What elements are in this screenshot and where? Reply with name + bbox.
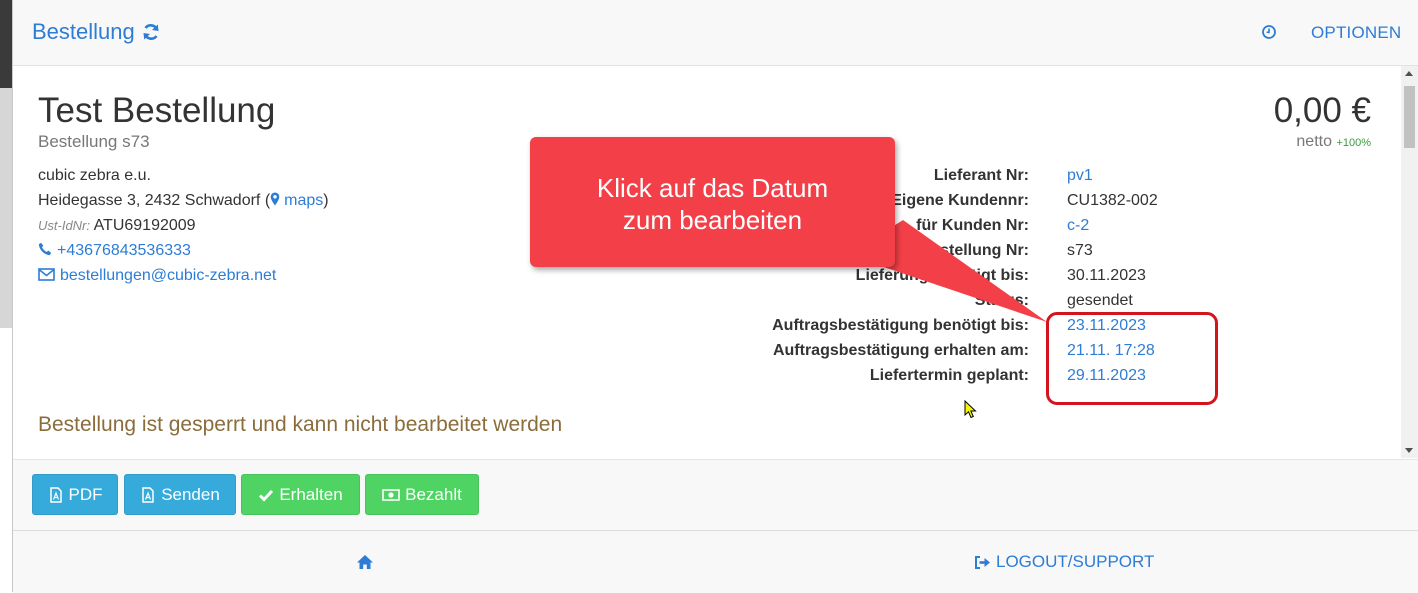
clock-icon[interactable] bbox=[1261, 24, 1277, 40]
scroll-up-arrow-icon[interactable] bbox=[1405, 71, 1413, 76]
confirmation-received-label: Auftragsbestätigung erhalten am: bbox=[772, 342, 1029, 359]
paid-button-label: Bezahlt bbox=[405, 484, 462, 504]
received-button-label: Erhalten bbox=[279, 484, 343, 504]
order-total: 0,00 € bbox=[1273, 91, 1371, 130]
vat-id-value: ATU69192009 bbox=[93, 217, 196, 234]
money-icon bbox=[382, 488, 400, 501]
action-button-bar: PDF Senden Erhalten Bezahlt bbox=[13, 459, 1418, 530]
scroll-thumb[interactable] bbox=[1404, 86, 1415, 148]
check-icon bbox=[259, 489, 274, 502]
supplier-address-text: Heidegasse 3, 2432 Schwadorf ( bbox=[38, 192, 271, 209]
delivery-required-label: Lieferung benötigt bis: bbox=[855, 267, 1029, 284]
phone-link[interactable]: +43676843536333 bbox=[38, 242, 191, 259]
pdf-button[interactable]: PDF bbox=[32, 474, 118, 515]
background-window-strip bbox=[0, 0, 12, 88]
date-highlight-box bbox=[1046, 312, 1218, 405]
confirmation-required-label: Auftragsbestätigung benötigt bis: bbox=[772, 317, 1029, 334]
status-value: gesendet bbox=[1067, 292, 1133, 309]
callout-line-1: Klick auf das Datum bbox=[596, 173, 829, 203]
pdf-file-icon bbox=[49, 486, 62, 503]
status-label: Status: bbox=[974, 292, 1029, 309]
send-button[interactable]: Senden bbox=[124, 474, 236, 515]
window-left-edge bbox=[0, 0, 13, 592]
phone-number: +43676843536333 bbox=[57, 242, 191, 259]
logout-support-link[interactable]: LOGOUT/SUPPORT bbox=[974, 552, 1154, 572]
email-row: bestellungen@cubic-zebra.net bbox=[38, 267, 276, 285]
logout-support-label: LOGOUT/SUPPORT bbox=[996, 552, 1155, 571]
send-button-label: Senden bbox=[161, 484, 220, 504]
callout-text: Klick auf das Datum zum bearbeiten bbox=[530, 172, 895, 236]
refresh-icon[interactable] bbox=[141, 22, 161, 42]
brand-label: Bestellung bbox=[32, 19, 135, 44]
maps-link[interactable]: maps bbox=[270, 192, 323, 209]
order-number-label: Bestellung Nr: bbox=[919, 242, 1029, 259]
supplier-address-close: ) bbox=[323, 192, 329, 209]
phone-icon bbox=[38, 242, 52, 256]
own-customer-number-label: Eigene Kundennr: bbox=[891, 192, 1029, 209]
background-scroll-strip bbox=[0, 88, 12, 328]
supplier-number-label: Lieferant Nr: bbox=[933, 167, 1029, 184]
tutorial-callout: Klick auf das Datum zum bearbeiten bbox=[530, 137, 895, 267]
netto-percent: +100% bbox=[1336, 137, 1371, 149]
phone-row: +43676843536333 bbox=[38, 242, 191, 260]
page-subtitle: Bestellung s73 bbox=[38, 132, 150, 151]
home-icon[interactable] bbox=[356, 553, 374, 571]
logout-icon bbox=[975, 555, 990, 569]
paid-button[interactable]: Bezahlt bbox=[365, 474, 479, 515]
received-button[interactable]: Erhalten bbox=[241, 474, 360, 515]
locked-notice: Bestellung ist gesperrt und kann nicht b… bbox=[38, 413, 563, 436]
vat-id-row: Ust-IdNr: ATU69192009 bbox=[38, 217, 196, 235]
netto-info: netto +100% bbox=[1296, 133, 1371, 151]
delivery-required-value: 30.11.2023 bbox=[1067, 267, 1146, 284]
brand-link[interactable]: Bestellung bbox=[32, 19, 161, 45]
order-number-value: s73 bbox=[1067, 242, 1093, 259]
page-title: Test Bestellung bbox=[38, 91, 276, 130]
supplier-address: Heidegasse 3, 2432 Schwadorf ( maps) bbox=[38, 192, 329, 210]
pdf-button-label: PDF bbox=[68, 484, 103, 504]
supplier-number-link[interactable]: pv1 bbox=[1067, 167, 1093, 185]
email-link[interactable]: bestellungen@cubic-zebra.net bbox=[38, 267, 276, 284]
for-customer-number-label: für Kunden Nr: bbox=[916, 217, 1029, 234]
netto-label: netto bbox=[1296, 133, 1332, 150]
planned-delivery-label: Liefertermin geplant: bbox=[869, 367, 1029, 384]
for-customer-number-link[interactable]: c-2 bbox=[1067, 217, 1089, 235]
own-customer-number-value: CU1382-002 bbox=[1067, 192, 1158, 209]
map-marker-icon bbox=[270, 192, 280, 206]
pdf-file-icon bbox=[142, 486, 154, 503]
top-navbar: Bestellung OPTIONEN bbox=[13, 0, 1418, 66]
email-address: bestellungen@cubic-zebra.net bbox=[60, 267, 277, 284]
scroll-down-arrow-icon[interactable] bbox=[1405, 448, 1413, 453]
envelope-icon bbox=[38, 268, 55, 281]
supplier-name: cubic zebra e.u. bbox=[38, 167, 151, 184]
maps-link-label: maps bbox=[284, 192, 324, 209]
options-menu-link[interactable]: OPTIONEN bbox=[1311, 23, 1401, 43]
bottom-navbar: LOGOUT/SUPPORT bbox=[13, 530, 1418, 593]
mouse-cursor-icon bbox=[964, 400, 977, 419]
vat-id-label: Ust-IdNr: bbox=[38, 218, 90, 233]
content-scrollbar[interactable] bbox=[1401, 66, 1418, 458]
app-window: Bestellung OPTIONEN Test Bestellung Best… bbox=[13, 0, 1418, 593]
callout-line-2: zum bearbeiten bbox=[622, 205, 803, 235]
